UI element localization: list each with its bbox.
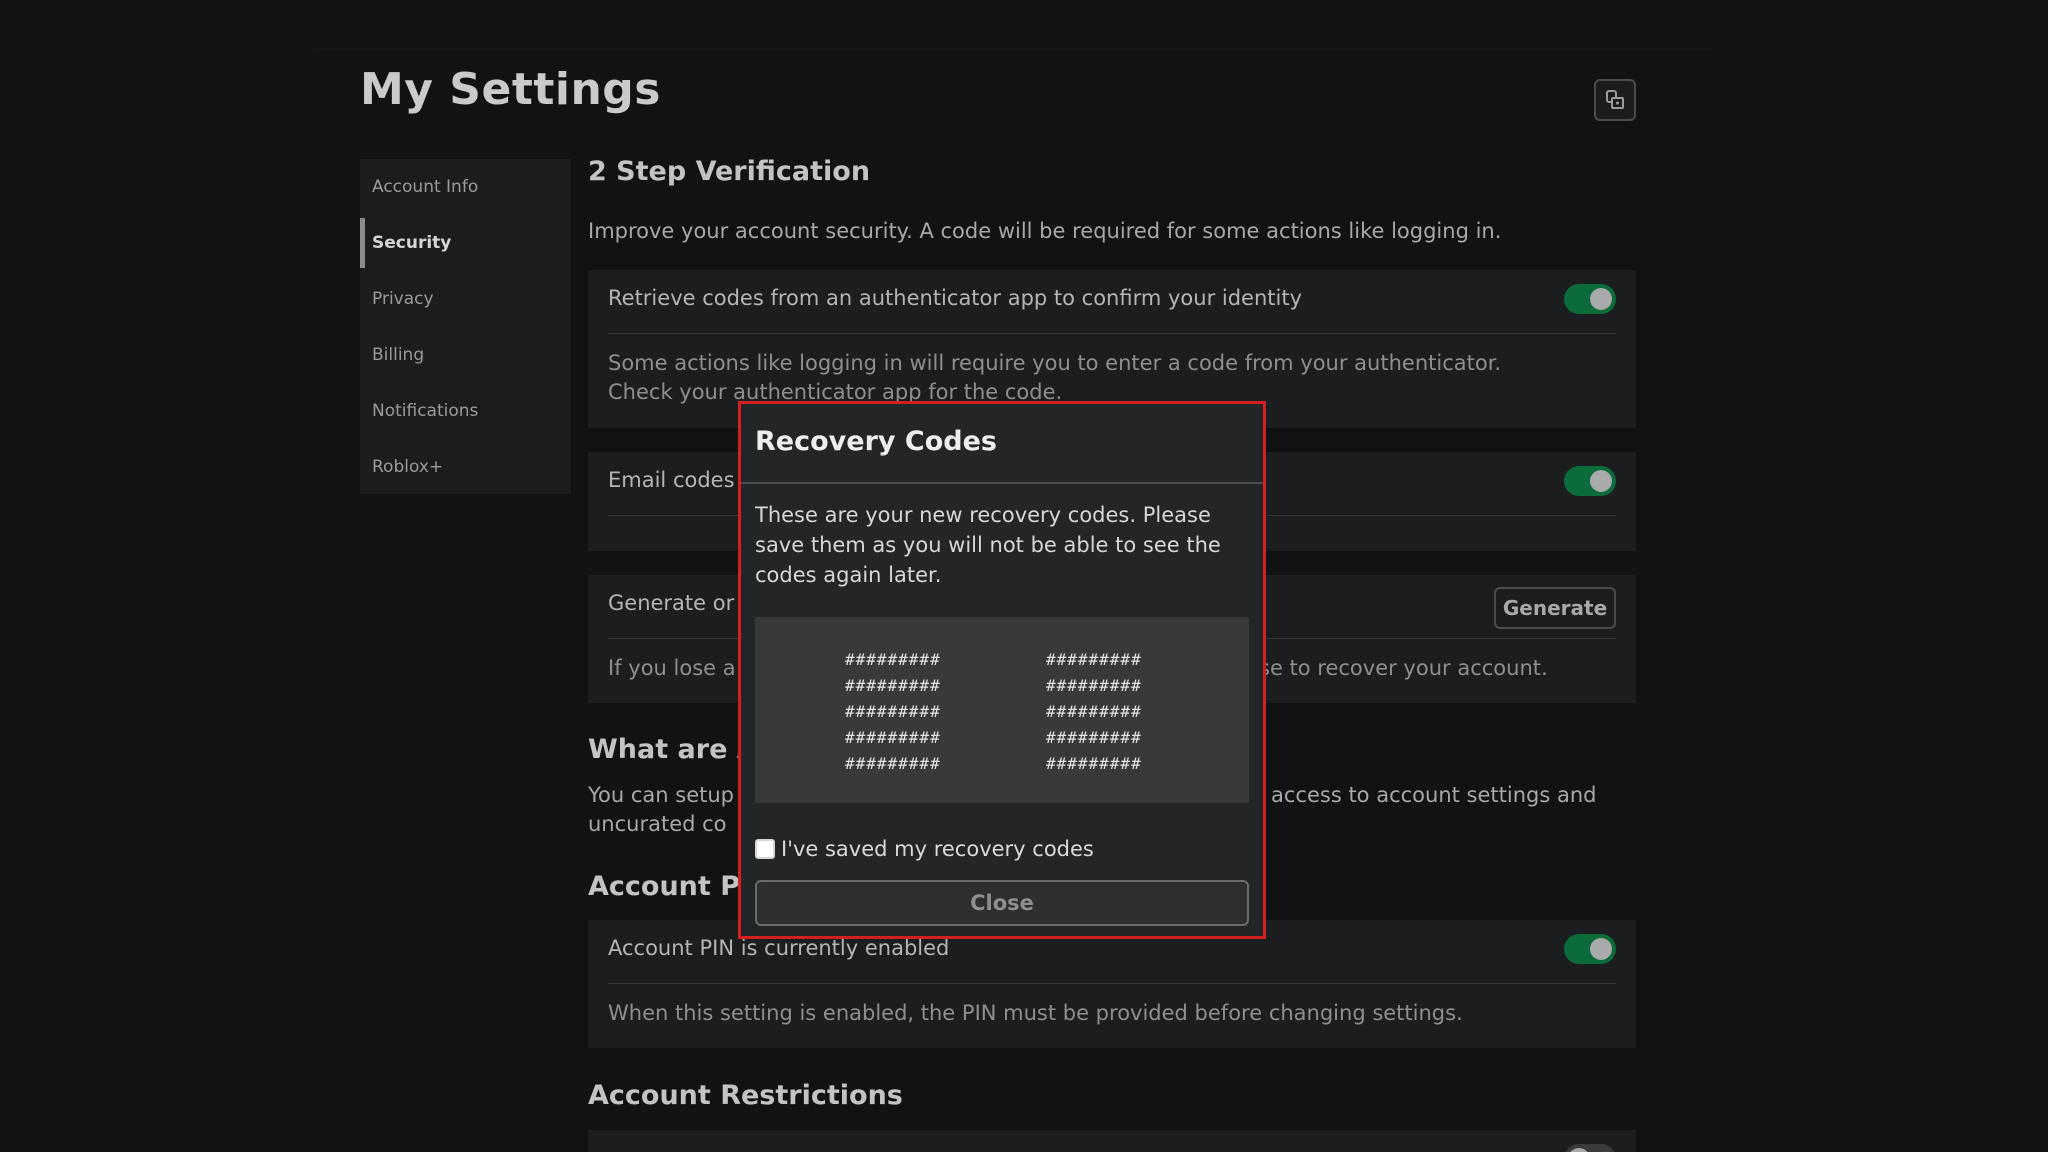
settings-sidebar: Account Info Security Privacy Billing No… (360, 159, 571, 494)
recovery-desc-right: se to recover your account. (1259, 656, 1548, 680)
recovery-code: ######### (845, 702, 941, 721)
recovery-code: ######### (1046, 676, 1142, 695)
codes-column-left: ######### ######### ######### ######### … (845, 647, 941, 777)
header-divider (313, 48, 1713, 50)
saved-codes-checkbox[interactable] (755, 839, 775, 859)
sidebar-item-billing[interactable]: Billing (360, 327, 571, 383)
modal-title: Recovery Codes (755, 426, 997, 457)
lock-settings-button[interactable] (1594, 79, 1636, 121)
codes-column-right: ######### ######### ######### ######### … (1046, 647, 1142, 777)
recovery-code: ######### (845, 676, 941, 695)
recovery-codes-modal: Recovery Codes These are your new recove… (738, 401, 1266, 939)
saved-codes-checkbox-row[interactable]: I've saved my recovery codes (755, 837, 1094, 861)
account-pin-toggle[interactable] (1564, 934, 1616, 964)
sidebar-item-account-info[interactable]: Account Info (360, 159, 571, 215)
sidebar-item-security[interactable]: Security (360, 215, 571, 271)
recovery-code: ######### (1046, 650, 1142, 669)
what-are-text-1: You can setup (588, 783, 735, 807)
account-restrictions-heading: Account Restrictions (588, 1080, 903, 1111)
sidebar-item-notifications[interactable]: Notifications (360, 383, 571, 439)
recovery-code: ######### (845, 754, 941, 773)
two-step-heading: 2 Step Verification (588, 156, 871, 187)
sidebar-item-privacy[interactable]: Privacy (360, 271, 571, 327)
account-pin-heading: Account PI (588, 871, 751, 902)
email-codes-toggle[interactable] (1564, 466, 1616, 496)
sidebar-item-roblox-plus[interactable]: Roblox+ (360, 439, 571, 495)
saved-codes-checkbox-label[interactable]: I've saved my recovery codes (781, 837, 1094, 861)
close-button[interactable]: Close (755, 880, 1249, 926)
what-are-text-right: access to account settings and (1271, 783, 1597, 807)
card-divider (608, 983, 1616, 984)
authenticator-label: Retrieve codes from an authenticator app… (608, 286, 1303, 310)
recovery-codes-box: ######### ######### ######### ######### … (755, 617, 1249, 803)
what-are-text-2: uncurated co (588, 812, 727, 836)
card-divider (608, 333, 1616, 334)
two-step-description: Improve your account security. A code wi… (588, 219, 1502, 243)
authenticator-toggle[interactable] (1564, 284, 1616, 314)
lock-icon (1606, 90, 1624, 109)
generate-button[interactable]: Generate (1494, 587, 1616, 629)
account-pin-card: Account PIN is currently enabled When th… (588, 920, 1636, 1048)
account-pin-desc: When this setting is enabled, the PIN mu… (608, 1001, 1463, 1025)
page-title: My Settings (360, 64, 661, 115)
recovery-code: ######### (1046, 702, 1142, 721)
account-pin-label: Account PIN is currently enabled (608, 936, 950, 960)
recovery-code: ######### (845, 650, 941, 669)
recovery-code: ######### (845, 728, 941, 747)
account-restrictions-card (588, 1130, 1636, 1152)
modal-description: These are your new recovery codes. Pleas… (755, 503, 1221, 587)
authenticator-desc-1: Some actions like logging in will requir… (608, 351, 1502, 375)
what-are-heading: What are A (588, 734, 758, 765)
account-restrictions-toggle[interactable] (1564, 1144, 1616, 1152)
modal-divider (741, 482, 1263, 484)
recovery-code: ######### (1046, 728, 1142, 747)
recovery-code: ######### (1046, 754, 1142, 773)
